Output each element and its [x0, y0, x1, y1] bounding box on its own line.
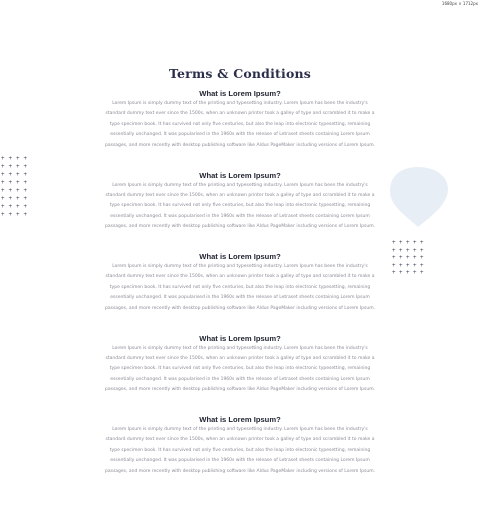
dimension-label: 1680px × 1712px — [441, 1, 478, 6]
section-heading: What is Lorem Ipsum? — [199, 333, 281, 343]
terms-section: What is Lorem Ipsum? Lorem Ipsum is simp… — [0, 413, 480, 495]
section-heading: What is Lorem Ipsum? — [199, 252, 281, 261]
section-body: Lorem Ipsum is simply dummy text of the … — [105, 182, 376, 230]
section-heading: What is Lorem Ipsum? — [199, 415, 281, 424]
section-body: Lorem Ipsum is simply dummy text of the … — [105, 345, 376, 393]
terms-section: What is Lorem Ipsum? Lorem Ipsum is simp… — [0, 169, 480, 251]
terms-sections: What is Lorem Ipsum? Lorem Ipsum is simp… — [0, 87, 480, 495]
section-heading: What is Lorem Ipsum? — [199, 89, 281, 98]
section-body: Lorem Ipsum is simply dummy text of the … — [105, 264, 376, 311]
terms-section: What is Lorem Ipsum? Lorem Ipsum is simp… — [0, 332, 480, 414]
terms-section: What is Lorem Ipsum? Lorem Ipsum is simp… — [0, 250, 480, 332]
terms-section: What is Lorem Ipsum? Lorem Ipsum is simp… — [0, 87, 480, 169]
page-title: Terms & Conditions — [168, 66, 312, 82]
section-heading: What is Lorem Ipsum? — [199, 170, 281, 180]
section-body: Lorem Ipsum is simply dummy text of the … — [105, 427, 376, 474]
section-body: Lorem Ipsum is simply dummy text of the … — [105, 101, 376, 148]
